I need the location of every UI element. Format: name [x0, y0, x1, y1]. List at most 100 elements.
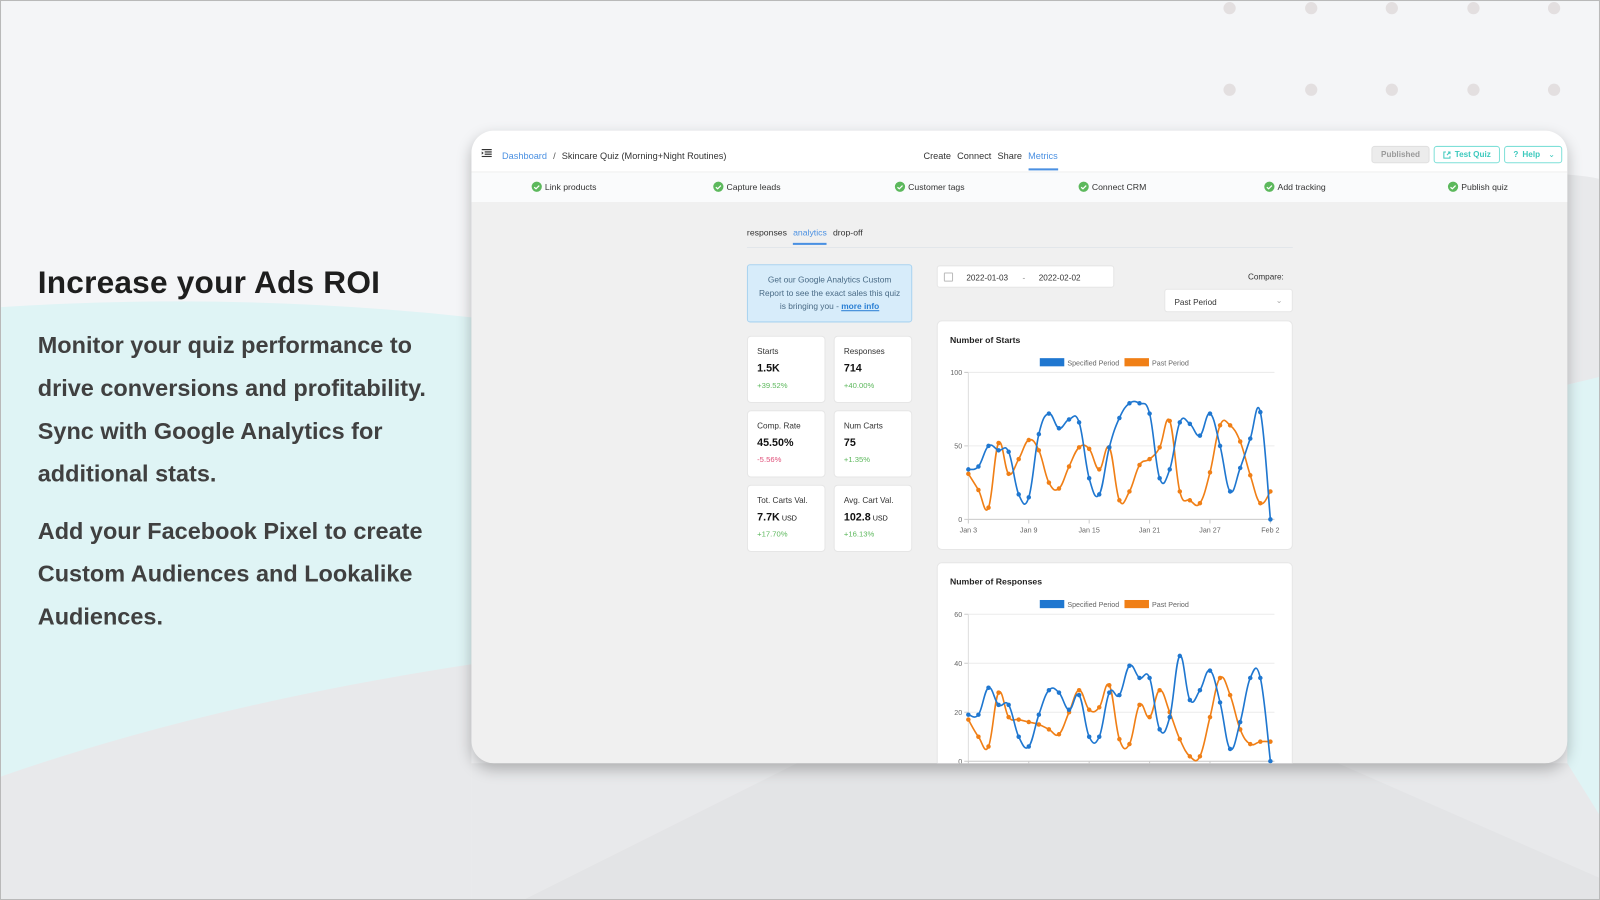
data-point — [1016, 717, 1021, 722]
top-bar: Dashboard / Skincare Quiz (Morning+Night R… — [471, 130, 1568, 173]
stat-card-starts: Starts 1.5K +39.52% — [746, 335, 826, 404]
currency-unit: USD — [872, 515, 888, 523]
question-icon: ? — [1513, 149, 1519, 160]
data-point — [1117, 498, 1122, 503]
legend-label: Past Period — [1152, 601, 1189, 609]
stat-card-avg-cart-value: Avg. Cart Val. 102.8 USD +16.13% — [833, 484, 913, 553]
data-point — [1217, 700, 1223, 705]
published-button[interactable]: Published — [1371, 145, 1430, 164]
app-window: Dashboard / Skincare Quiz (Morning+Night R… — [471, 130, 1568, 764]
stat-value: 75 — [843, 436, 856, 449]
end-date[interactable]: 2022-02-02 — [1039, 273, 1081, 282]
x-tick-label: Jan 15 — [1078, 527, 1099, 535]
data-point — [986, 685, 991, 690]
data-point — [1066, 464, 1072, 469]
data-point — [1016, 456, 1021, 462]
breadcrumb-dashboard-link[interactable]: Dashboard — [502, 151, 547, 161]
breadcrumb-current: Skincare Quiz (Morning+Night Routines) — [561, 151, 727, 162]
tab-metrics[interactable]: Metrics — [1028, 151, 1058, 171]
tab-create[interactable]: Create — [923, 151, 951, 161]
data-point — [1258, 739, 1263, 744]
y-tick-label: 0 — [958, 758, 962, 763]
step-link-products[interactable]: Link products — [531, 181, 597, 192]
help-button[interactable]: ? Help ⌄ — [1504, 145, 1563, 164]
tab-connect[interactable]: Connect — [957, 151, 991, 161]
compare-select[interactable]: Past Period ⌄ — [1164, 288, 1293, 313]
step-capture-leads[interactable]: Capture leads — [713, 181, 781, 192]
step-connect-crm[interactable]: Connect CRM — [1078, 181, 1146, 192]
external-link-icon — [1442, 151, 1451, 159]
data-point — [1076, 445, 1082, 450]
legend-label: Past Period — [1152, 359, 1189, 367]
data-point — [1248, 741, 1253, 747]
chevron-down-icon: ⌄ — [1275, 295, 1283, 306]
data-point — [996, 690, 1001, 695]
data-point — [1167, 418, 1172, 424]
data-point — [1197, 754, 1203, 759]
data-point — [1248, 675, 1253, 681]
step-publish-quiz[interactable]: Publish quiz — [1447, 181, 1508, 192]
step-label: Capture leads — [726, 181, 781, 192]
data-point — [1086, 707, 1092, 713]
step-label: Publish quiz — [1461, 181, 1508, 192]
stat-change: +17.70% — [757, 529, 788, 539]
data-point — [1076, 692, 1082, 698]
starts-chart-card: Number of Starts Specified Period Past Pe… — [936, 320, 1293, 550]
data-point — [1117, 415, 1122, 421]
tab-analytics[interactable]: analytics — [793, 228, 827, 245]
date-range-picker[interactable]: 2022-01-03 - 2022-02-02 — [936, 265, 1115, 288]
tab-responses[interactable]: responses — [747, 228, 787, 238]
data-point — [1096, 705, 1102, 710]
check-circle-icon — [1078, 181, 1089, 192]
calendar-icon — [943, 272, 954, 282]
data-point — [1167, 714, 1172, 720]
stat-label: Avg. Cart Val. — [843, 495, 894, 506]
legend-swatch — [1124, 599, 1149, 609]
menu-icon[interactable] — [481, 148, 492, 158]
promo-copy: Increase your Ads ROI Monitor your quiz … — [38, 264, 467, 652]
data-point — [1157, 475, 1162, 481]
responses-chart-card: Number of Responses Specified Period Past… — [936, 562, 1293, 764]
tab-share[interactable]: Share — [997, 151, 1022, 161]
test-quiz-button[interactable]: Test Quiz — [1433, 145, 1501, 164]
data-point — [1187, 697, 1193, 703]
step-customer-tags[interactable]: Customer tags — [894, 181, 965, 192]
x-tick-label: Feb 2 — [1261, 527, 1279, 535]
data-point — [1197, 687, 1203, 693]
data-point — [1248, 436, 1253, 441]
data-point — [1006, 449, 1011, 455]
data-point — [1248, 473, 1253, 478]
data-point — [966, 717, 971, 722]
data-point — [996, 440, 1001, 446]
data-point — [986, 744, 991, 749]
notice-text: Get our Google Analytics Custom — [767, 275, 892, 285]
step-label: Link products — [544, 181, 597, 192]
data-point — [1046, 727, 1052, 732]
y-tick-label: 0 — [958, 516, 962, 524]
step-label: Add tracking — [1277, 181, 1326, 192]
stat-value: 714 — [843, 362, 862, 375]
data-point — [1096, 734, 1102, 739]
promo-paragraph: Monitor your quiz performance to drive c… — [37, 331, 426, 487]
data-point — [1086, 446, 1092, 452]
data-point — [1227, 489, 1233, 494]
notice-text: is bringing you - — [779, 302, 842, 312]
data-point — [1237, 465, 1243, 471]
y-tick-label: 20 — [954, 709, 962, 717]
data-point — [1268, 758, 1273, 764]
tab-drop-off[interactable]: drop-off — [833, 228, 863, 238]
data-point — [1157, 687, 1162, 693]
data-point — [976, 734, 981, 739]
start-date[interactable]: 2022-01-03 — [966, 273, 1008, 282]
legend-swatch — [1039, 599, 1065, 609]
data-point — [1046, 411, 1052, 416]
stat-label: Tot. Carts Val. — [757, 495, 808, 506]
starts-chart: Specified Period Past Period 0 50 100 Jan 3 Ja… — [950, 358, 1280, 535]
data-point — [1076, 687, 1082, 693]
more-info-link[interactable]: more info — [841, 302, 879, 311]
data-point — [1177, 420, 1183, 425]
data-point — [1066, 417, 1072, 422]
divider — [746, 246, 1293, 248]
series-specified-period — [966, 653, 1273, 764]
step-add-tracking[interactable]: Add tracking — [1264, 181, 1326, 192]
